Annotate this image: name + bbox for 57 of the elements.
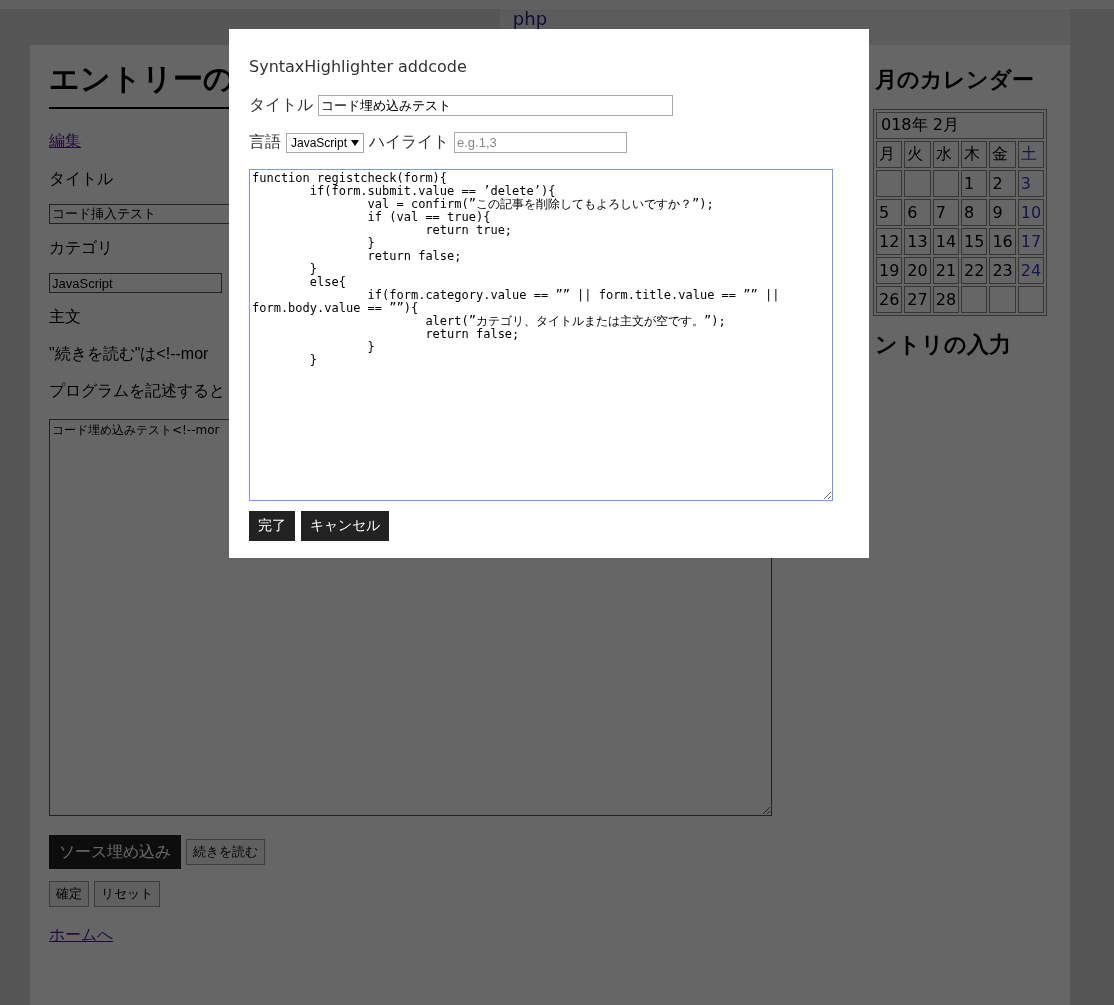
calendar-day[interactable]: 26 [876, 286, 903, 313]
calendar-day[interactable]: 19 [876, 257, 903, 284]
category-field[interactable]: JavaScript [49, 273, 222, 293]
weekday-header: 火 [904, 141, 931, 168]
calendar-day[interactable]: 5 [876, 199, 903, 226]
calendar-day[interactable]: 15 [961, 228, 988, 255]
calendar-day[interactable]: 21 [932, 257, 960, 284]
calendar-day[interactable]: 6 [904, 199, 931, 226]
embed-source-button[interactable]: ソース埋め込み [49, 835, 181, 869]
calendar-day[interactable]: 17 [1017, 228, 1045, 255]
calendar-day[interactable]: 16 [989, 228, 1016, 255]
calendar-day[interactable]: 22 [961, 257, 988, 284]
site-title: php [512, 9, 548, 29]
language-dropdown[interactable]: JavaScript [286, 132, 365, 153]
calendar-day[interactable]: 9 [989, 199, 1016, 226]
calendar-caption: 018年 2月 [876, 112, 1045, 139]
calendar-day[interactable]: 7 [932, 199, 960, 226]
calendar-day[interactable]: 8 [961, 199, 988, 226]
weekday-header: 金 [989, 141, 1016, 168]
edit-link[interactable]: 編集 [49, 132, 81, 149]
highlight-field[interactable]: e.g.1,3 [454, 132, 628, 153]
calendar-day[interactable]: 1 [961, 170, 988, 197]
field-label: ハイライト [369, 132, 450, 153]
weekday-header: 木 [961, 141, 988, 168]
calendar-day[interactable]: 20 [904, 257, 931, 284]
weekday-header: 土 [1017, 141, 1045, 168]
field-label: 主文 [49, 307, 81, 327]
read-more-button[interactable]: 続きを読む [186, 839, 265, 865]
field-label: カテゴリ [49, 238, 113, 258]
code-editor[interactable]: function registcheck(form){ if(form.submit.value == ’delete’){ val = confirm(”この記事を削除してもよろしいですか？”); if (val == true){ return true; } return false; } else{ if(form.category.value == ”” || form.title.value == ”” || form.body.value == ””){ alert(”カテゴリ、タイトルまたは主文が空です。”); return false; } } [249, 169, 833, 501]
calendar-day[interactable]: 27 [904, 286, 931, 313]
calendar-day[interactable]: 2 [989, 170, 1016, 197]
field-label: 言語 [249, 132, 281, 153]
dialog-title: SyntaxHighlighter addcode [249, 56, 468, 78]
caret-icon [351, 139, 360, 146]
calendar-day[interactable]: 24 [1017, 257, 1045, 284]
confirm-button[interactable]: 確定 [49, 881, 89, 907]
reset-button[interactable]: リセット [94, 881, 160, 907]
field-label: タイトル [249, 95, 313, 116]
cancel-button[interactable]: キャンセル [301, 511, 389, 541]
calendar-day[interactable]: 12 [876, 228, 903, 255]
home-link[interactable]: ホームへ [49, 926, 113, 943]
calendar-day[interactable]: 28 [932, 286, 960, 313]
help-text: プログラムを記述すると [49, 381, 225, 401]
calendar-day[interactable]: 13 [904, 228, 931, 255]
calendar-day[interactable]: 3 [1017, 170, 1045, 197]
weekday-header: 水 [932, 141, 960, 168]
weekday-header: 月 [876, 141, 903, 168]
help-text: "続きを読む"は<!--mor [49, 344, 209, 364]
sidebar-heading: ントリの入力 [875, 331, 1011, 359]
field-label: タイトル [49, 169, 113, 189]
calendar-day[interactable]: 14 [932, 228, 960, 255]
sidebar-heading: 月のカレンダー [875, 66, 1034, 94]
calendar-day[interactable]: 23 [989, 257, 1016, 284]
calendar-day[interactable]: 10 [1017, 199, 1045, 226]
done-button[interactable]: 完了 [249, 511, 295, 541]
title-field[interactable]: コード埋め込みテスト [318, 95, 673, 116]
